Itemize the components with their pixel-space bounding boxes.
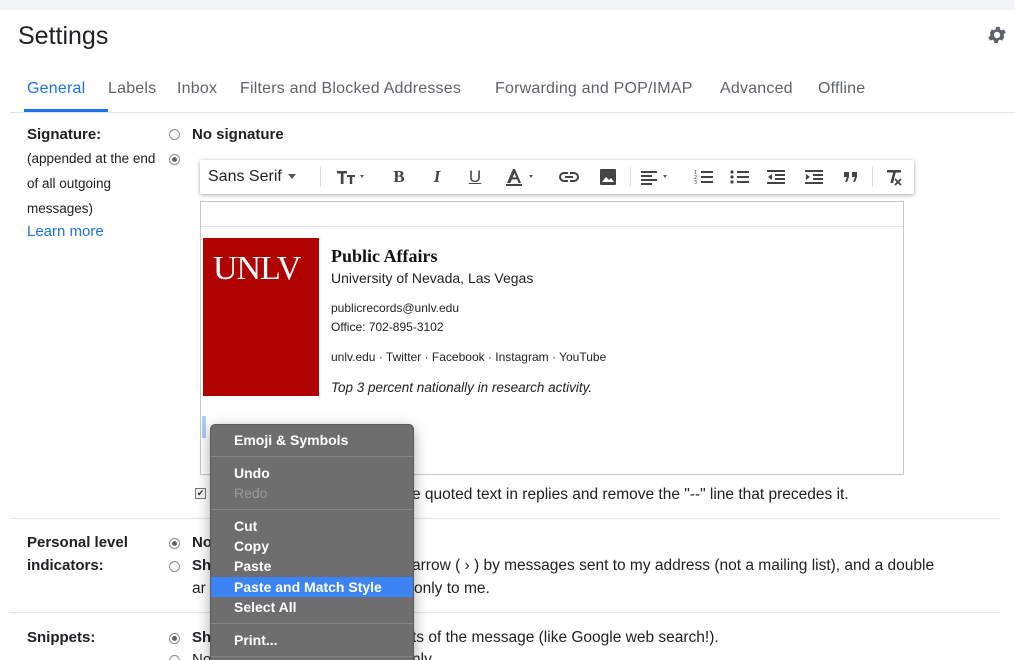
align-icon[interactable] — [638, 167, 676, 187]
no-indicators-label: No — [192, 534, 212, 551]
tab-general[interactable]: General — [27, 80, 85, 98]
tab-labels[interactable]: Labels — [108, 80, 156, 98]
editor-top-line — [201, 202, 903, 227]
bulleted-list-icon[interactable] — [728, 167, 752, 187]
menu-item-print[interactable]: Print... — [211, 630, 413, 650]
menu-item-copy[interactable]: Copy — [211, 536, 413, 556]
no-snippets-radio[interactable] — [169, 655, 180, 660]
image-icon[interactable] — [596, 167, 620, 187]
signature-email: publicrecords@unlv.edu — [331, 301, 460, 315]
menu-item-select-all[interactable]: Select All — [211, 597, 413, 617]
snippets-label: Snippets: — [27, 629, 96, 646]
underline-icon[interactable]: U — [466, 167, 484, 187]
section-divider — [10, 518, 1000, 519]
font-family-select[interactable]: Sans Serif — [208, 168, 296, 186]
tab-advanced[interactable]: Advanced — [720, 80, 793, 98]
tab-filters[interactable]: Filters and Blocked Addresses — [240, 80, 461, 98]
link-icon[interactable] — [556, 167, 582, 187]
menu-item-redo: Redo — [234, 485, 268, 501]
signature-desc-3: messages) — [27, 201, 94, 216]
signature-label: Signature: — [27, 126, 102, 143]
context-menu: Emoji & Symbols Undo Redo Cut Copy Paste… — [210, 424, 414, 660]
settings-page: Settings General Labels Inbox Filters an… — [0, 0, 1015, 660]
menu-separator — [211, 509, 413, 510]
menu-item-cut[interactable]: Cut — [211, 516, 413, 536]
signature-desc-2: of all outgoing — [27, 176, 112, 191]
menu-item-paste[interactable]: Paste — [211, 556, 413, 576]
show-snippets-desc: ts of the message (like Google web searc… — [412, 629, 719, 646]
no-indicators-radio[interactable] — [169, 538, 180, 549]
signature-tagline: Top 3 percent nationally in research act… — [331, 380, 593, 395]
tab-forwarding[interactable]: Forwarding and POP/IMAP — [495, 80, 693, 98]
signature-links: unlv.edu · Twitter · Facebook · Instagra… — [331, 350, 607, 364]
text-selection-caret — [202, 416, 206, 438]
formatting-toolbar: Sans Serif B I U 123 — [200, 160, 914, 194]
tab-offline[interactable]: Offline — [818, 80, 865, 98]
section-divider — [10, 612, 1000, 613]
menu-item-undo[interactable]: Undo — [211, 463, 413, 483]
menu-item-paste-and-match-style[interactable]: Paste and Match Style — [211, 577, 413, 597]
tab-inbox[interactable]: Inbox — [177, 80, 217, 98]
signature-desc-1: (appended at the end — [27, 151, 156, 166]
personal-indicators-label-2: indicators: — [27, 557, 104, 574]
bold-icon[interactable]: B — [390, 167, 408, 187]
signature-radio[interactable] — [169, 154, 180, 165]
font-size-icon[interactable] — [332, 167, 372, 187]
no-signature-radio[interactable] — [169, 129, 180, 140]
indent-more-icon[interactable] — [802, 167, 826, 187]
signature-name: Public Affairs — [331, 246, 438, 266]
font-family-value: Sans Serif — [208, 168, 282, 185]
italic-icon[interactable]: I — [428, 167, 446, 187]
show-snippets-label: Sh — [192, 629, 212, 646]
no-signature-label: No signature — [192, 126, 284, 143]
top-strip — [0, 0, 1015, 10]
numbered-list-icon[interactable]: 123 — [692, 167, 716, 187]
unlv-logo: UNLV — [203, 238, 319, 396]
signature-office: Office: 702-895-3102 — [331, 320, 444, 334]
insert-signature-checkbox[interactable]: ✔ — [195, 488, 206, 499]
menu-item-emoji-symbols[interactable]: Emoji & Symbols — [211, 430, 413, 450]
chevron-down-icon — [287, 174, 296, 180]
quote-icon[interactable] — [840, 167, 862, 187]
text-color-icon[interactable] — [502, 167, 540, 187]
settings-tabs: General Labels Inbox Filters and Blocked… — [10, 66, 1015, 113]
menu-separator — [211, 456, 413, 457]
menu-separator — [211, 623, 413, 624]
indent-less-icon[interactable] — [764, 167, 788, 187]
show-indicators-desc-2b: only to me. — [414, 580, 490, 597]
quoted-text-option: e quoted text in replies and remove the … — [412, 486, 849, 503]
show-indicators-label: Sh — [192, 557, 212, 574]
personal-indicators-label-1: Personal level — [27, 534, 128, 551]
show-snippets-radio[interactable] — [169, 633, 180, 644]
show-indicators-desc: arrow ( › ) by messages sent to my addre… — [412, 557, 935, 574]
toolbar-divider — [630, 167, 631, 187]
no-snippets-desc: nly. — [412, 651, 435, 660]
remove-formatting-icon[interactable] — [882, 167, 906, 187]
menu-separator — [211, 656, 413, 657]
page-title: Settings — [18, 22, 109, 50]
svg-text:3: 3 — [694, 180, 697, 186]
show-indicators-radio[interactable] — [169, 561, 180, 572]
toolbar-divider — [872, 167, 873, 187]
active-tab-indicator — [24, 109, 108, 112]
learn-more-link[interactable]: Learn more — [27, 223, 104, 240]
show-indicators-desc-2a: ar — [192, 580, 206, 597]
toolbar-divider — [320, 167, 321, 187]
logo-text: UNLV — [213, 250, 301, 287]
gear-icon[interactable] — [986, 24, 1008, 46]
signature-org: University of Nevada, Las Vegas — [331, 270, 534, 286]
no-snippets-label: No — [192, 651, 212, 660]
